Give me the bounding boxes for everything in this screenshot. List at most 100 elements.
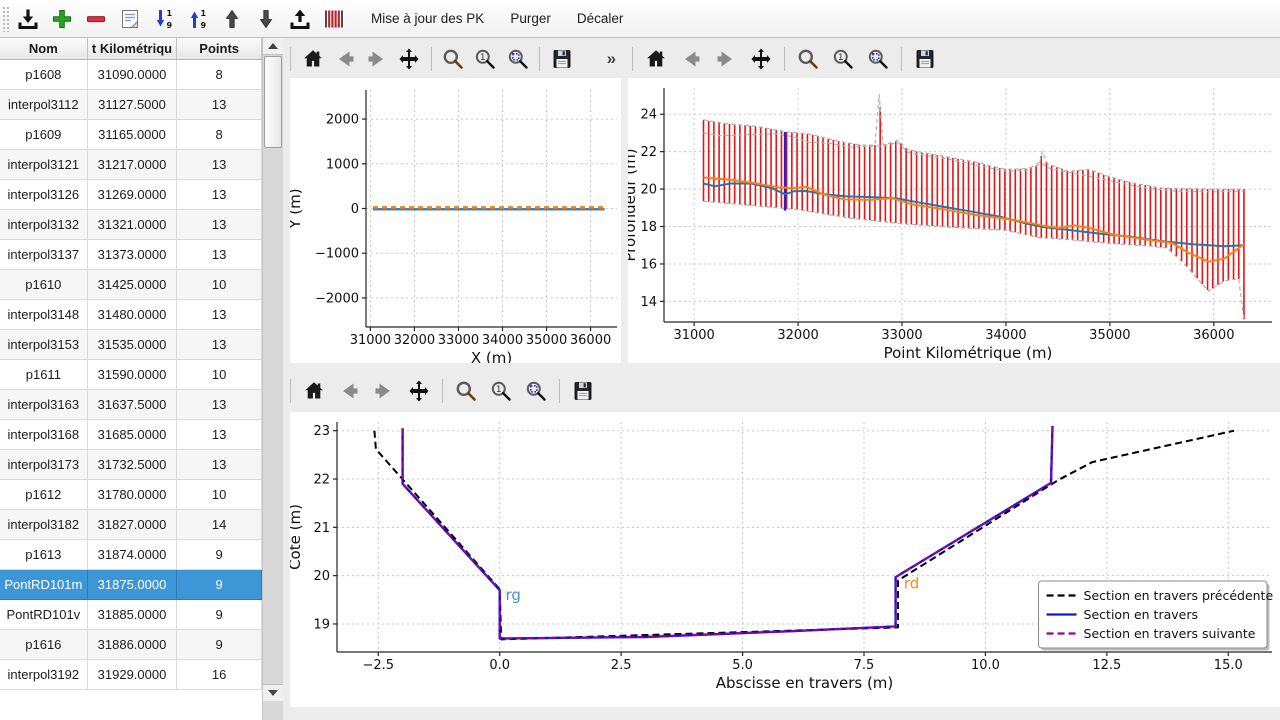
forward-icon[interactable] [364, 45, 389, 73]
table-row[interactable]: interpol313731373.000013 [0, 240, 262, 270]
move-down-icon[interactable] [252, 5, 280, 33]
table-row[interactable]: interpol319231929.000016 [0, 660, 262, 690]
table-row[interactable]: interpol312131217.000013 [0, 150, 262, 180]
svg-text:31000: 31000 [350, 333, 391, 348]
svg-text:18: 18 [640, 220, 657, 235]
forward-icon[interactable] [712, 45, 740, 73]
save-icon[interactable] [549, 45, 574, 73]
table-row[interactable]: interpol313231321.000013 [0, 210, 262, 240]
table-row[interactable]: PontRD101v31885.00009 [0, 600, 262, 630]
svg-text:33000: 33000 [438, 333, 479, 348]
table-cell: 13 [177, 240, 262, 270]
svg-text:33000: 33000 [881, 328, 922, 343]
overflow-icon[interactable]: » [603, 49, 620, 69]
zoom-one-icon[interactable]: 1 [473, 45, 498, 73]
back-icon[interactable] [677, 45, 705, 73]
scrollbar-thumb[interactable] [264, 56, 282, 148]
table-cell: 31874.0000 [88, 540, 178, 570]
shift-button[interactable]: Décaler [568, 5, 633, 32]
home-icon[interactable] [642, 45, 670, 73]
zoom-one-icon[interactable]: 1 [829, 45, 857, 73]
zoom-fit-icon[interactable] [505, 45, 530, 73]
svg-text:1: 1 [838, 53, 844, 63]
table-row[interactable]: p161331874.00009 [0, 540, 262, 570]
profile-plot-canvas[interactable]: 3100032000330003400035000360001416182022… [628, 78, 1280, 363]
table-row[interactable]: interpol317331732.500013 [0, 450, 262, 480]
table-cell: PontRD101m [0, 570, 88, 600]
back-icon[interactable] [332, 45, 357, 73]
add-icon[interactable] [48, 5, 76, 33]
table-row[interactable]: interpol316831685.000013 [0, 420, 262, 450]
save-icon[interactable] [911, 45, 939, 73]
table-cell: p1613 [0, 540, 88, 570]
forward-icon[interactable] [370, 377, 398, 405]
svg-text:rd: rd [904, 575, 919, 593]
table-cell: p1610 [0, 270, 88, 300]
table-cell: interpol3112 [0, 90, 88, 120]
table-row[interactable]: p160931165.00008 [0, 120, 262, 150]
table-row[interactable]: interpol311231127.500013 [0, 90, 262, 120]
table-cell: 9 [177, 630, 262, 660]
table-cell: 31886.0000 [88, 630, 178, 660]
table-row[interactable]: p161031425.000010 [0, 270, 262, 300]
column-header-point-kilometrique[interactable]: t Kilométriqu [88, 38, 178, 59]
table-cell: interpol3182 [0, 510, 88, 540]
svg-text:rg: rg [506, 586, 521, 604]
zoom-one-icon[interactable]: 1 [487, 377, 515, 405]
table-cell: 31127.5000 [88, 90, 178, 120]
scroll-down-button[interactable] [263, 684, 283, 701]
zoom-icon[interactable] [794, 45, 822, 73]
column-header-points[interactable]: Points [177, 38, 262, 59]
move-up-icon[interactable] [218, 5, 246, 33]
zoom-fit-icon[interactable] [522, 377, 550, 405]
zoom-icon[interactable] [441, 45, 466, 73]
table-cell: 16 [177, 660, 262, 690]
sort-descending-icon[interactable]: 19 [184, 5, 212, 33]
table-cell: interpol3132 [0, 210, 88, 240]
pk-update-icon[interactable] [320, 5, 348, 33]
table-row[interactable]: interpol314831480.000013 [0, 300, 262, 330]
plan-plot-canvas[interactable]: 310003200033000340003500036000−2000−1000… [290, 78, 621, 363]
back-icon[interactable] [335, 377, 363, 405]
sort-ascending-icon[interactable]: 19 [150, 5, 178, 33]
new-doc-icon[interactable] [116, 5, 144, 33]
pan-icon[interactable] [396, 45, 421, 73]
svg-text:14: 14 [640, 295, 657, 310]
table-row[interactable]: interpol318231827.000014 [0, 510, 262, 540]
scroll-up-button[interactable] [263, 38, 283, 55]
svg-text:1000: 1000 [326, 157, 359, 172]
column-header-nom[interactable]: Nom [0, 38, 88, 59]
svg-text:31000: 31000 [673, 328, 714, 343]
update-pk-button[interactable]: Mise à jour des PK [362, 5, 493, 32]
scroll-up-icon [268, 43, 278, 49]
save-icon[interactable] [569, 377, 597, 405]
table-cell: 31373.0000 [88, 240, 178, 270]
export-icon[interactable] [286, 5, 314, 33]
svg-text:34000: 34000 [482, 333, 523, 348]
table-row[interactable]: p161631886.00009 [0, 630, 262, 660]
section-plot-canvas[interactable]: −2.50.02.55.07.510.012.515.01920212223Ab… [290, 412, 1280, 707]
table-cell: p1612 [0, 480, 88, 510]
zoom-fit-icon[interactable] [864, 45, 892, 73]
pan-icon[interactable] [405, 377, 433, 405]
purge-button[interactable]: Purger [501, 5, 560, 32]
svg-text:2000: 2000 [326, 113, 359, 128]
home-icon[interactable] [300, 377, 328, 405]
import-icon[interactable] [14, 5, 42, 33]
table-row[interactable]: interpol312631269.000013 [0, 180, 262, 210]
table-row[interactable]: p160831090.00008 [0, 60, 262, 90]
home-icon[interactable] [300, 45, 325, 73]
table-row[interactable]: interpol315331535.000013 [0, 330, 262, 360]
table-row[interactable]: p161231780.000010 [0, 480, 262, 510]
vertical-scrollbar[interactable] [263, 38, 283, 720]
svg-text:Profondeur (m): Profondeur (m) [628, 148, 639, 261]
table-cell: 31425.0000 [88, 270, 178, 300]
remove-icon[interactable] [82, 5, 110, 33]
zoom-icon[interactable] [452, 377, 480, 405]
table-row[interactable]: PontRD101m31875.00009 [0, 570, 262, 600]
svg-text:Abscisse en travers (m): Abscisse en travers (m) [716, 674, 894, 692]
table-row[interactable]: p161131590.000010 [0, 360, 262, 390]
table-row[interactable]: interpol316331637.500013 [0, 390, 262, 420]
pan-icon[interactable] [747, 45, 775, 73]
svg-text:Section en travers: Section en travers [1084, 607, 1198, 622]
